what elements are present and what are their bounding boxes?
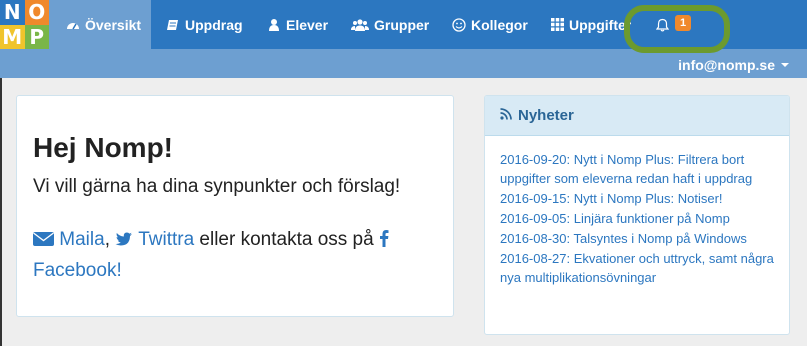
news-item[interactable]: 2016-08-30: Talsyntes i Nomp på Windows <box>500 229 779 248</box>
chevron-down-icon <box>781 63 789 67</box>
twitter-icon <box>115 227 133 256</box>
nomp-logo[interactable]: N O M P <box>0 0 49 49</box>
contact-line: Maila, Twittra eller kontakta oss på Fac… <box>33 225 433 285</box>
exclamation-text: ! <box>116 260 122 281</box>
grid-icon <box>550 18 564 32</box>
logo-letter: M <box>0 24 25 49</box>
dashboard-icon <box>66 18 80 32</box>
welcome-lead: Vi vill gärna ha dina synpunkter och för… <box>33 176 401 197</box>
nav-item-kollegor[interactable]: Kollegor <box>452 0 528 49</box>
top-navbar: N O M P Översikt Uppdrag Elever Grupper … <box>0 0 807 78</box>
user-icon <box>267 18 281 32</box>
news-item[interactable]: 2016-09-15: Nytt i Nomp Plus: Notiser! <box>500 189 779 208</box>
nav-item-uppdrag[interactable]: Uppdrag <box>166 0 243 49</box>
window-edge <box>0 78 2 346</box>
user-menu[interactable]: info@nomp.se <box>678 57 789 73</box>
welcome-title: Hej Nomp! <box>33 132 173 163</box>
user-email: info@nomp.se <box>678 57 775 73</box>
nav-item-uppgifter[interactable]: Uppgifter <box>550 0 631 49</box>
nav-label: Grupper <box>374 16 430 33</box>
rss-icon <box>500 107 512 124</box>
nav-item-grupper[interactable]: Grupper <box>351 0 429 49</box>
twitter-link[interactable]: Twittra <box>138 229 194 250</box>
mail-link[interactable]: Maila <box>59 229 104 250</box>
logo-letter: O <box>24 0 49 25</box>
nav-label: Kollegor <box>471 16 528 33</box>
nav-item-oversikt[interactable]: Översikt <box>66 0 141 49</box>
facebook-icon <box>379 227 389 256</box>
nav-item-elever[interactable]: Elever <box>267 0 328 49</box>
comma-text: , <box>104 229 110 250</box>
news-item[interactable]: 2016-09-05: Linjära funktioner på Nomp <box>500 209 779 228</box>
news-header: Nyheter <box>485 96 789 136</box>
facebook-link[interactable]: Facebook <box>33 260 116 281</box>
nav-label: Uppdrag <box>185 16 243 33</box>
envelope-icon <box>33 227 54 256</box>
smiley-icon <box>452 17 466 32</box>
bell-icon <box>655 18 669 32</box>
news-panel: Nyheter 2016-09-20: Nytt i Nomp Plus: Fi… <box>484 95 790 335</box>
welcome-panel: Hej Nomp! Vi vill gärna ha dina synpunkt… <box>16 95 454 317</box>
logo-letter: N <box>0 0 25 25</box>
nav-label: Uppgifter <box>569 16 632 33</box>
news-item[interactable]: 2016-09-20: Nytt i Nomp Plus: Filtrera b… <box>500 150 779 188</box>
news-title: Nyheter <box>518 107 574 124</box>
nav-label: Översikt <box>85 16 142 33</box>
notifications-button[interactable] <box>655 0 669 49</box>
news-item[interactable]: 2016-08-27: Ekvationer och uttryck, samt… <box>500 249 779 287</box>
logo-letter: P <box>24 24 49 49</box>
book-icon <box>166 18 180 32</box>
news-list: 2016-09-20: Nytt i Nomp Plus: Filtrera b… <box>485 136 789 287</box>
notification-count-badge: 1 <box>675 15 692 31</box>
contact-text: eller kontakta oss på <box>199 229 374 250</box>
nav-label: Elever <box>286 16 329 33</box>
users-icon <box>351 18 369 32</box>
